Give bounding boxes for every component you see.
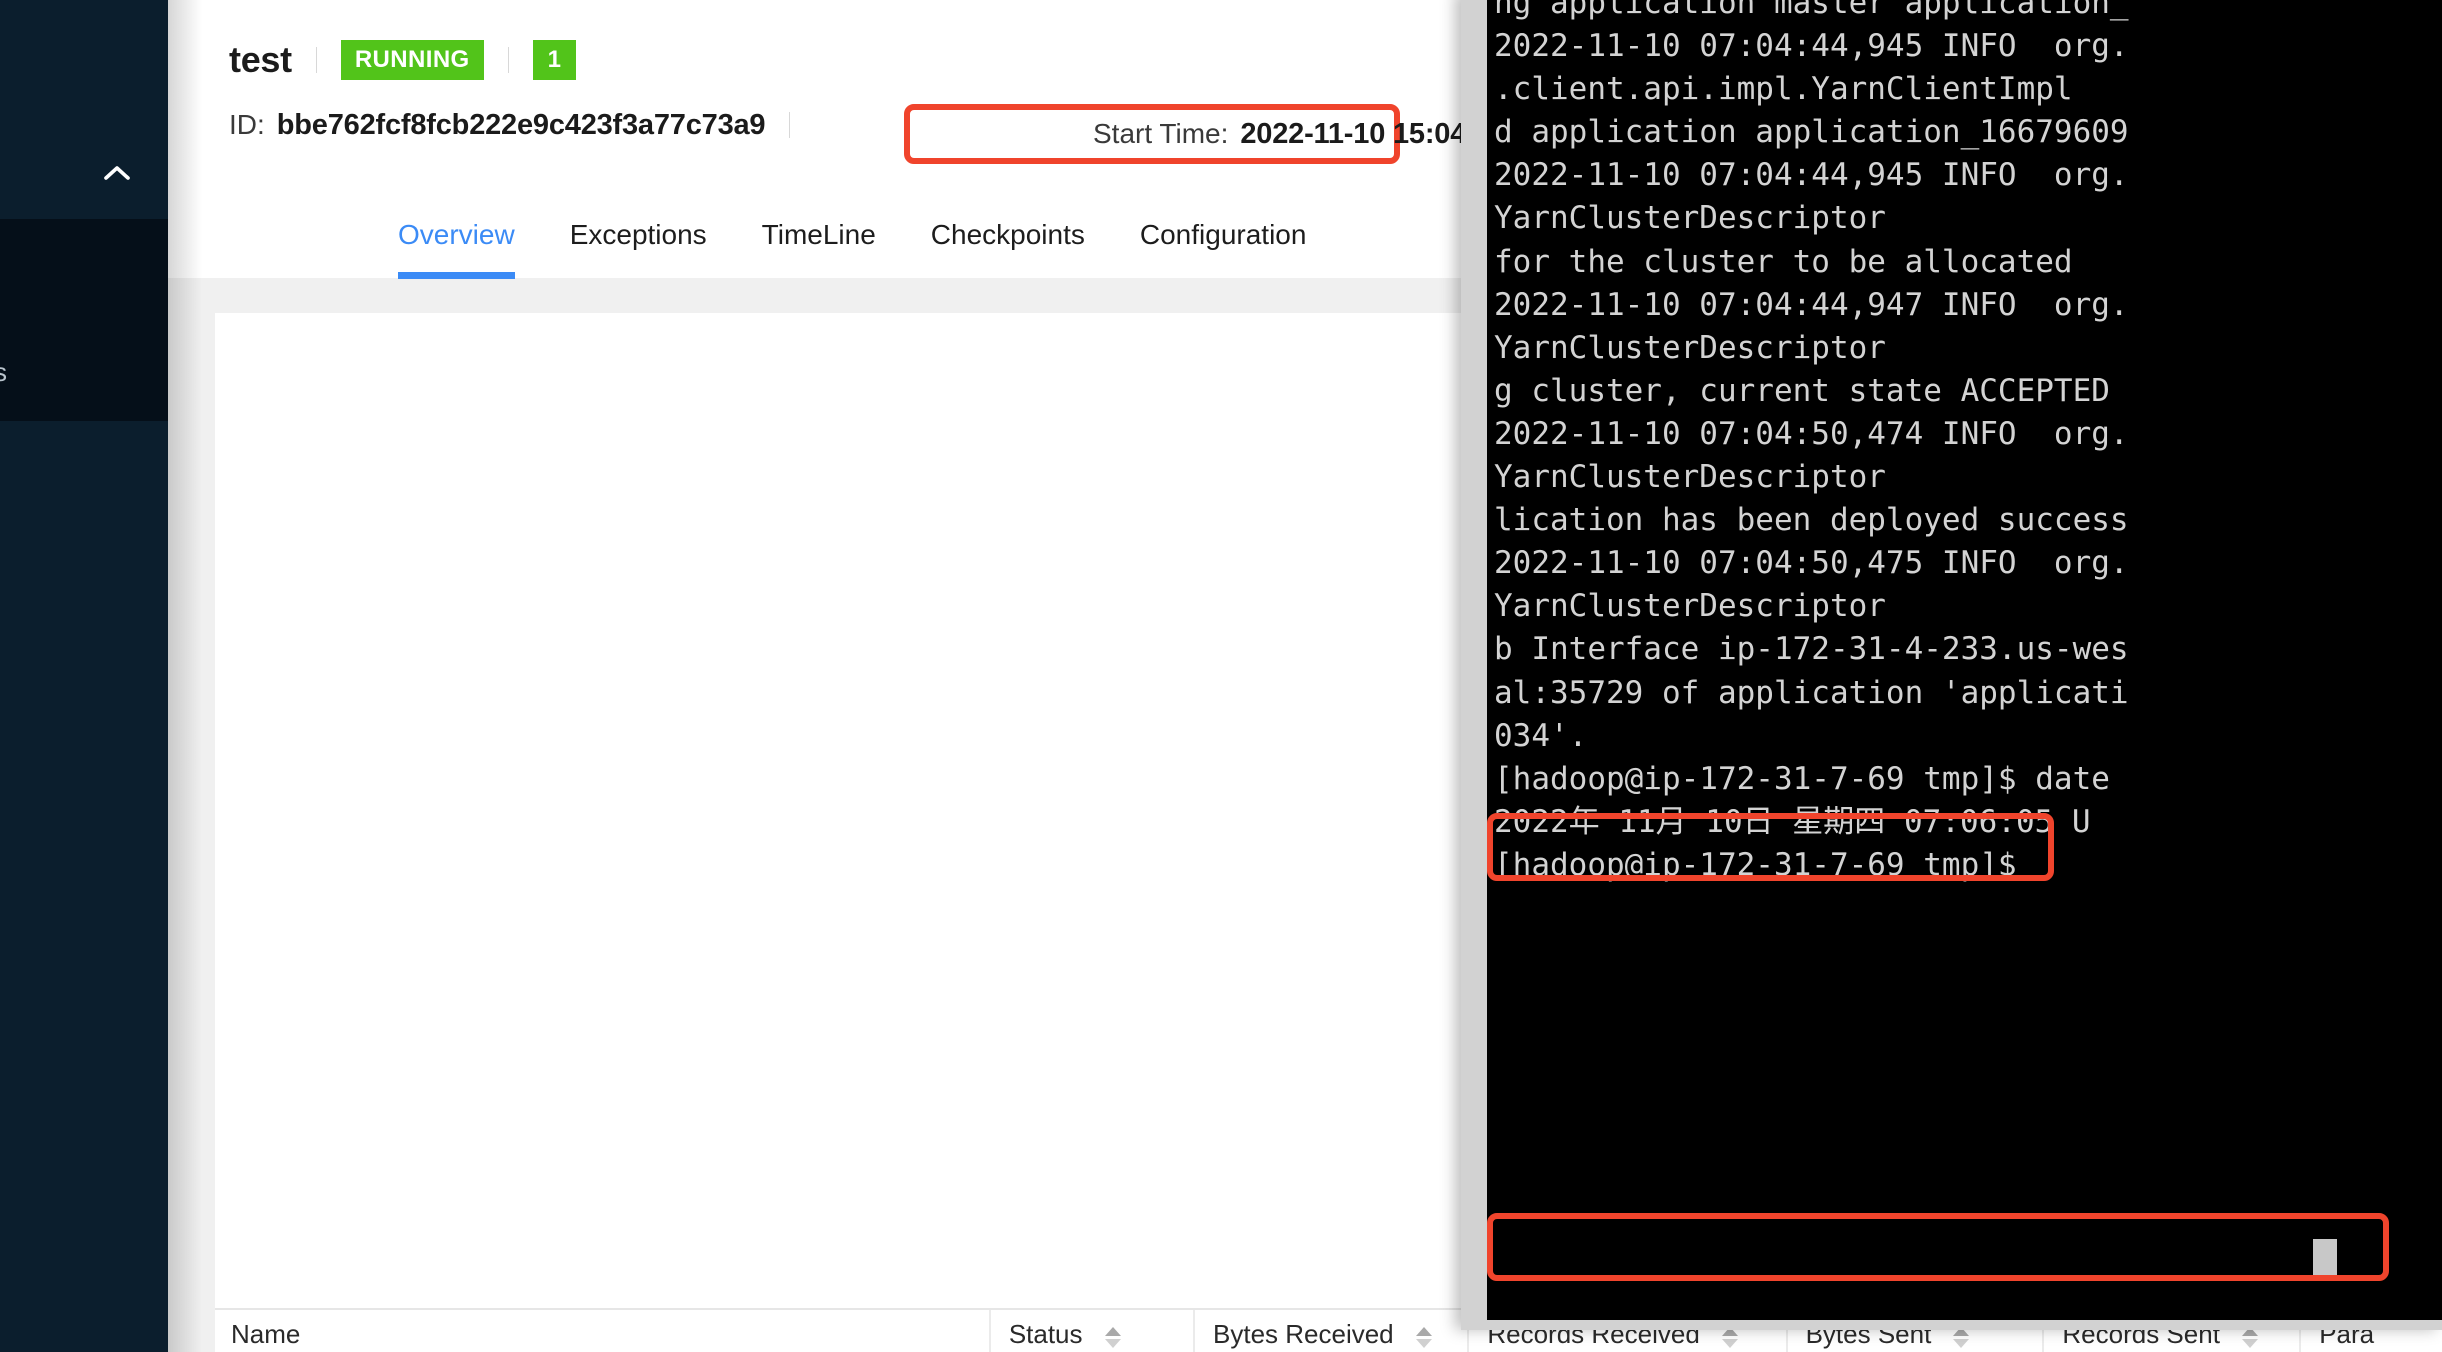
sort-toggle-icon[interactable] (1953, 1327, 1970, 1348)
sort-toggle-icon[interactable] (1415, 1327, 1432, 1348)
table-column-header[interactable]: Status (988, 1310, 1193, 1352)
tab-overview[interactable]: Overview (398, 219, 515, 279)
caret-up-icon[interactable] (1104, 1327, 1121, 1336)
chevron-up-icon[interactable] (103, 163, 131, 185)
start-time-label: Start Time: (1093, 118, 1229, 149)
caret-down-icon[interactable] (1953, 1339, 1970, 1348)
divider (315, 47, 317, 73)
page-title: test (229, 39, 292, 80)
table-column-label: Bytes Received (1213, 1319, 1394, 1349)
table-column-header: Name (215, 1310, 989, 1352)
caret-up-icon[interactable] (1415, 1327, 1432, 1336)
parallelism-badge: 1 (532, 40, 577, 80)
tab-checkpoints[interactable]: Checkpoints (931, 219, 1085, 277)
sort-toggle-icon[interactable] (1104, 1327, 1121, 1348)
divider (507, 47, 509, 73)
job-title-row: test RUNNING 1 (229, 38, 577, 82)
caret-down-icon[interactable] (1721, 1339, 1738, 1348)
terminal-output[interactable]: ng application master application_ 2022-… (1487, 0, 2442, 1320)
terminal-cursor (2313, 1239, 2337, 1281)
sidebar-item-label[interactable]: s (0, 357, 7, 388)
app-root: s test RUNNING 1 ID: bbe762fcf8fcb222e9c… (0, 0, 2442, 1352)
terminal-text: ng application master application_ 2022-… (1494, 0, 2129, 883)
tab-exceptions[interactable]: Exceptions (570, 219, 707, 277)
table-column-header[interactable]: Bytes Received (1193, 1310, 1467, 1352)
table-column-label: Name (231, 1319, 301, 1349)
tab-timeline[interactable]: TimeLine (762, 219, 876, 277)
tab-configuration[interactable]: Configuration (1140, 219, 1307, 277)
left-sidebar: s (0, 0, 168, 1352)
job-id-value: bbe762fcf8fcb222e9c423f3a77c73a9 (276, 108, 766, 141)
caret-down-icon[interactable] (1415, 1339, 1432, 1348)
sidebar-active-band (0, 219, 168, 421)
job-meta-row: ID: bbe762fcf8fcb222e9c423f3a77c73a9 (229, 104, 814, 146)
caret-down-icon[interactable] (2241, 1339, 2258, 1348)
terminal-window[interactable]: ng application master application_ 2022-… (1461, 0, 2442, 1330)
sort-toggle-icon[interactable] (2241, 1327, 2258, 1348)
status-badge: RUNNING (340, 40, 484, 80)
divider (789, 112, 791, 138)
job-id-label: ID: (229, 109, 265, 140)
job-tabs: Overview Exceptions TimeLine Checkpoints… (398, 205, 1307, 279)
sort-toggle-icon[interactable] (1721, 1327, 1738, 1348)
table-column-label: Status (1008, 1319, 1083, 1349)
start-time-group: Start Time: 2022-11-10 15:04:52 (1093, 108, 1508, 160)
caret-down-icon[interactable] (1104, 1339, 1121, 1348)
